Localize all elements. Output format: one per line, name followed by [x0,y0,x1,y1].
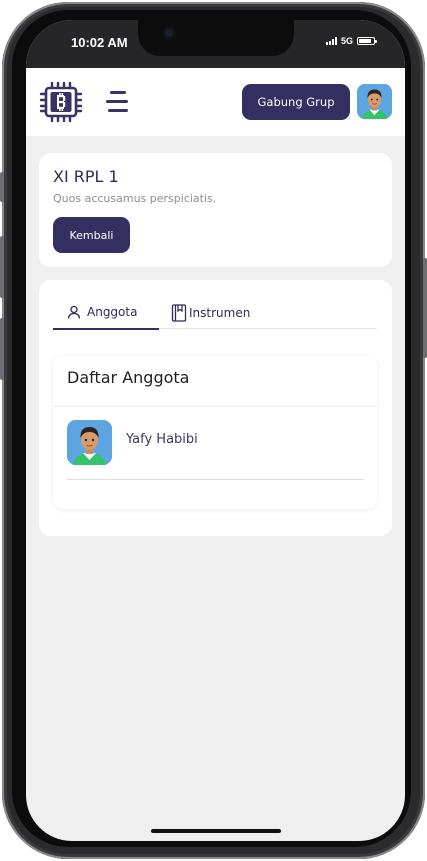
book-icon [171,303,187,322]
battery-icon [357,37,377,45]
phone-volume-up [0,236,4,298]
divider [67,479,364,480]
phone-notch [138,20,294,56]
status-indicators: 5G [325,36,377,46]
user-avatar-icon[interactable] [357,84,392,119]
phone-side-button [0,172,4,202]
tab-members-label: Anggota [87,305,138,319]
tab-instruments-label: Instrumen [189,305,251,320]
tab-bar: Anggota Instrumen [53,296,377,330]
tab-members[interactable]: Anggota [53,296,159,330]
app-header: Gabung Grup [26,68,405,136]
signal-icon [325,37,337,45]
members-card: Anggota Instrumen Daftar Anggota Yafy Ha… [39,280,392,536]
group-info-card: XI RPL 1 Quos accusamus perspiciatis. Ke… [39,153,392,267]
back-button[interactable]: Kembali [53,217,130,253]
list-item[interactable]: Yafy Habibi [53,407,377,481]
bitcoin-chip-logo-icon[interactable] [38,80,84,124]
camera-icon [162,26,176,40]
member-list-heading: Daftar Anggota [67,368,190,387]
phone-power-button [423,258,427,358]
home-indicator[interactable] [151,829,281,833]
user-icon [67,305,81,319]
avatar-icon [67,420,112,465]
status-time: 10:02 AM [71,35,128,50]
member-name: Yafy Habibi [126,432,198,447]
member-list-card: Daftar Anggota Yafy Habibi [53,356,377,509]
group-description: Quos accusamus perspiciatis. [53,192,217,205]
group-title: XI RPL 1 [53,167,119,186]
join-group-button[interactable]: Gabung Grup [242,84,350,120]
tab-instruments[interactable]: Instrumen [171,296,271,329]
app-screen: 10:02 AM 5G Gabung Grup XI RPL 1 Quos ac… [26,20,405,841]
network-label: 5G [340,36,353,46]
hamburger-menu-icon[interactable] [106,91,130,113]
phone-volume-down [0,318,4,380]
